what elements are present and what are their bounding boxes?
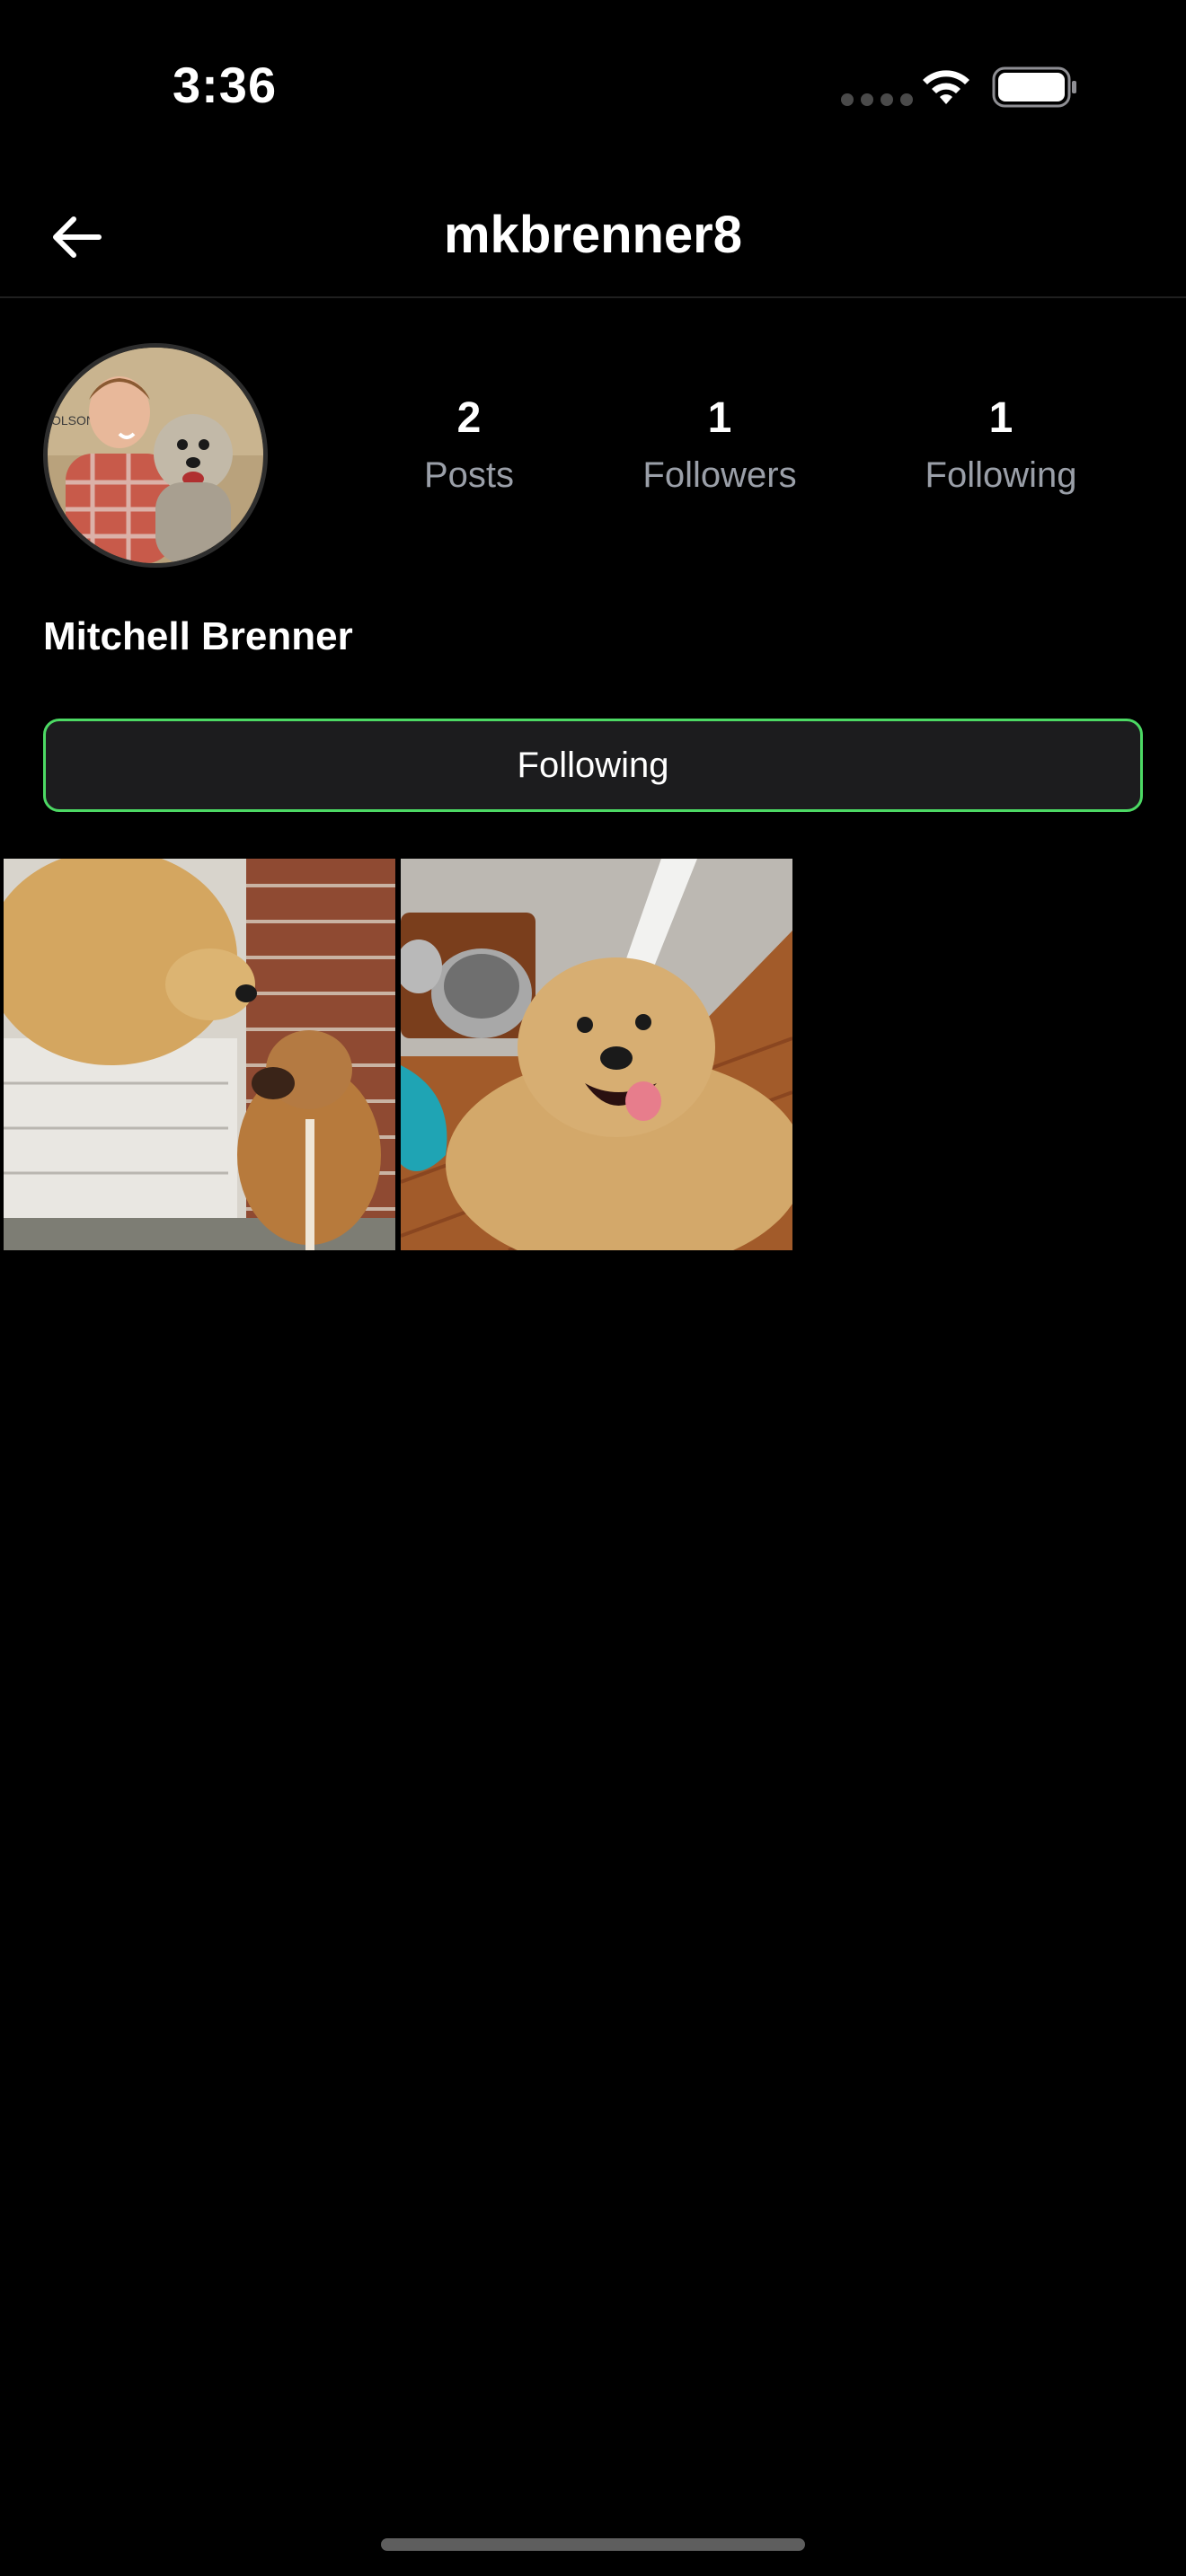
page-title: mkbrenner8 (443, 206, 743, 264)
wifi-icon (923, 70, 969, 104)
post-photo-two-dogs (4, 859, 395, 1250)
post-thumbnail[interactable] (4, 859, 395, 1250)
followers-count: 1 (707, 394, 732, 442)
display-name: Mitchell Brenner (43, 614, 353, 658)
cellular-signal-icon (841, 93, 913, 106)
following-button[interactable]: Following (43, 719, 1143, 812)
avatar-photo: OLSON (48, 348, 263, 563)
battery-icon (992, 66, 1076, 108)
following-count: 1 (988, 394, 1013, 442)
stat-posts[interactable]: 2 Posts (352, 394, 586, 496)
post-photo-happy-dog (401, 859, 792, 1250)
posts-count: 2 (456, 394, 482, 442)
navigation-header: mkbrenner8 (0, 180, 1186, 298)
status-time: 3:36 (173, 57, 278, 113)
profile-avatar[interactable]: OLSON (43, 343, 268, 568)
home-indicator[interactable] (381, 2538, 805, 2551)
stat-followers[interactable]: 1 Followers (603, 394, 836, 496)
post-thumbnail[interactable] (401, 859, 792, 1250)
followers-label: Followers (642, 454, 797, 495)
avatar-watermark-text: OLSON (51, 413, 95, 428)
following-label: Following (925, 454, 1077, 495)
stat-following[interactable]: 1 Following (884, 394, 1118, 496)
posts-label: Posts (423, 454, 515, 495)
status-bar: 3:36 (0, 0, 1186, 180)
